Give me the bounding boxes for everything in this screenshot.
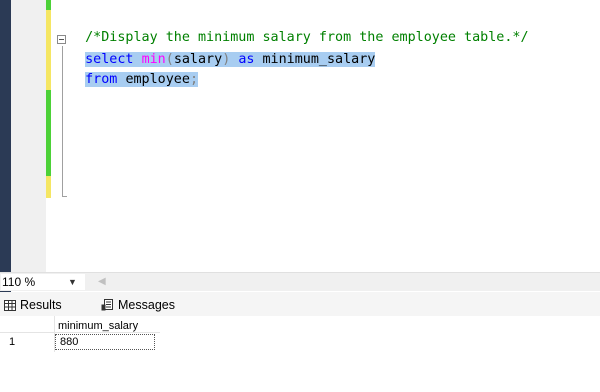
semicolon: ; (189, 72, 198, 87)
row-number[interactable]: 1 (9, 336, 15, 348)
tab-results[interactable]: Results (4, 295, 62, 315)
code-line-3[interactable]: from employee; (69, 50, 198, 90)
outline-end (62, 196, 67, 197)
grid-cell[interactable]: 880 (55, 334, 155, 350)
editor-gutter (11, 0, 46, 272)
scroll-left-icon[interactable]: ◀ (98, 276, 106, 287)
messages-icon (101, 299, 113, 311)
tab-results-label: Results (20, 298, 62, 312)
chevron-down-icon[interactable]: ▼ (68, 274, 77, 290)
table-employee: employee (125, 72, 190, 87)
zoom-value: 110 % (2, 275, 36, 289)
grid-icon (4, 299, 16, 311)
tab-messages[interactable]: Messages (101, 295, 175, 315)
zoom-select[interactable]: 110 % ▼ (1, 274, 85, 290)
outline-line (62, 46, 63, 196)
column-header[interactable]: minimum_salary (58, 320, 138, 332)
paren-close: ) (222, 52, 231, 67)
tab-messages-label: Messages (118, 298, 175, 312)
results-grid: minimum_salary 1 880 (0, 316, 600, 392)
grid-header-divider (0, 332, 160, 333)
keyword-as: as (238, 52, 255, 67)
alias-minimum-salary: minimum_salary (262, 52, 376, 67)
horizontal-scrollbar[interactable]: 110 % ▼ ◀ (0, 272, 600, 291)
selection-line-3: from employee; (85, 72, 198, 87)
keyword-from: from (85, 72, 118, 87)
collapse-icon[interactable] (57, 35, 66, 44)
results-tabbar: Results Messages (0, 292, 600, 316)
